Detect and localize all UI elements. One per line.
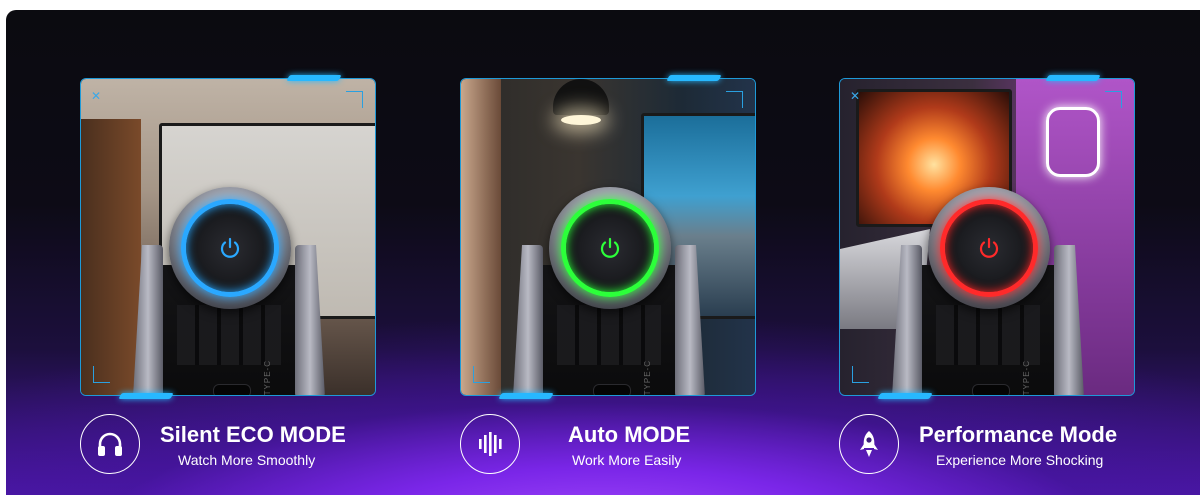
eco-power-ring xyxy=(181,199,279,297)
ceiling-lamp xyxy=(553,79,609,115)
corner-close-mark-icon: ✕ xyxy=(91,89,102,103)
type-c-label: TYPE-C xyxy=(643,359,652,395)
mode-title: Performance Mode xyxy=(919,422,1118,447)
device-left-wing xyxy=(892,245,922,395)
performance-power-ring xyxy=(940,199,1038,297)
frame-accent-tab xyxy=(286,75,342,81)
frame-accent-tab xyxy=(1045,75,1101,81)
frame-accent-tab xyxy=(877,393,933,399)
type-c-port xyxy=(972,384,1010,395)
auto-power-button xyxy=(549,187,671,309)
type-c-label: TYPE-C xyxy=(1022,359,1031,395)
device-right-wing xyxy=(295,245,325,395)
power-icon xyxy=(220,237,240,258)
performance-mode-label: Performance Mode Experience More Shockin… xyxy=(839,412,1159,476)
device-ribs xyxy=(936,305,1040,365)
eco-mode-image-frame: TYPE-C ✕ xyxy=(80,78,376,396)
device-right-wing xyxy=(675,245,705,395)
frame-accent-tab xyxy=(666,75,722,81)
mode-title: Silent ECO MODE xyxy=(160,422,346,447)
frame-accent-tab xyxy=(498,393,554,399)
auto-mode-label: Auto MODE Work More Easily xyxy=(460,412,760,476)
corner-bracket xyxy=(346,91,363,108)
device-left-wing xyxy=(513,245,543,395)
corner-bracket xyxy=(852,366,869,383)
mode-subtitle: Work More Easily xyxy=(572,452,682,468)
mode-title: Auto MODE xyxy=(568,422,691,447)
performance-mode-image-frame: TYPE-C ✕ xyxy=(839,78,1135,396)
peace-sign-neon-icon xyxy=(1046,107,1100,177)
sound-bars-glyph xyxy=(479,432,502,456)
mode-showcase-banner: TYPE-C ✕ TYPE-C TYPE-C ✕ Silent ECO MODE… xyxy=(6,10,1200,495)
performance-power-button xyxy=(928,187,1050,309)
power-icon xyxy=(600,237,620,258)
device-left-wing xyxy=(133,245,163,395)
type-c-label: TYPE-C xyxy=(263,359,272,395)
person-silhouette xyxy=(461,79,501,395)
device-right-wing xyxy=(1054,245,1084,395)
type-c-port xyxy=(593,384,631,395)
auto-mode-image-frame: TYPE-C xyxy=(460,78,756,396)
corner-bracket xyxy=(93,366,110,383)
power-icon xyxy=(979,237,999,258)
corner-bracket xyxy=(726,91,743,108)
eco-mode-label: Silent ECO MODE Watch More Smoothly xyxy=(80,412,380,476)
sound-bars-icon xyxy=(460,414,520,474)
device-ribs xyxy=(557,305,661,365)
frame-accent-tab xyxy=(118,393,174,399)
lamp-glow xyxy=(561,115,601,125)
device-ribs xyxy=(177,305,281,365)
mode-subtitle: Experience More Shocking xyxy=(936,452,1104,468)
rocket-glyph xyxy=(860,431,878,457)
auto-mode-card: TYPE-C xyxy=(460,75,756,399)
eco-mode-card: TYPE-C ✕ xyxy=(80,75,376,399)
headphones-icon xyxy=(80,414,140,474)
corner-bracket xyxy=(473,366,490,383)
performance-mode-card: TYPE-C ✕ xyxy=(839,75,1135,399)
corner-close-mark-icon: ✕ xyxy=(850,89,861,103)
auto-power-ring xyxy=(561,199,659,297)
type-c-port xyxy=(213,384,251,395)
eco-power-button xyxy=(169,187,291,309)
rocket-icon xyxy=(839,414,899,474)
corner-bracket xyxy=(1105,91,1122,108)
mode-subtitle: Watch More Smoothly xyxy=(178,452,316,468)
headphones-glyph xyxy=(98,432,122,456)
